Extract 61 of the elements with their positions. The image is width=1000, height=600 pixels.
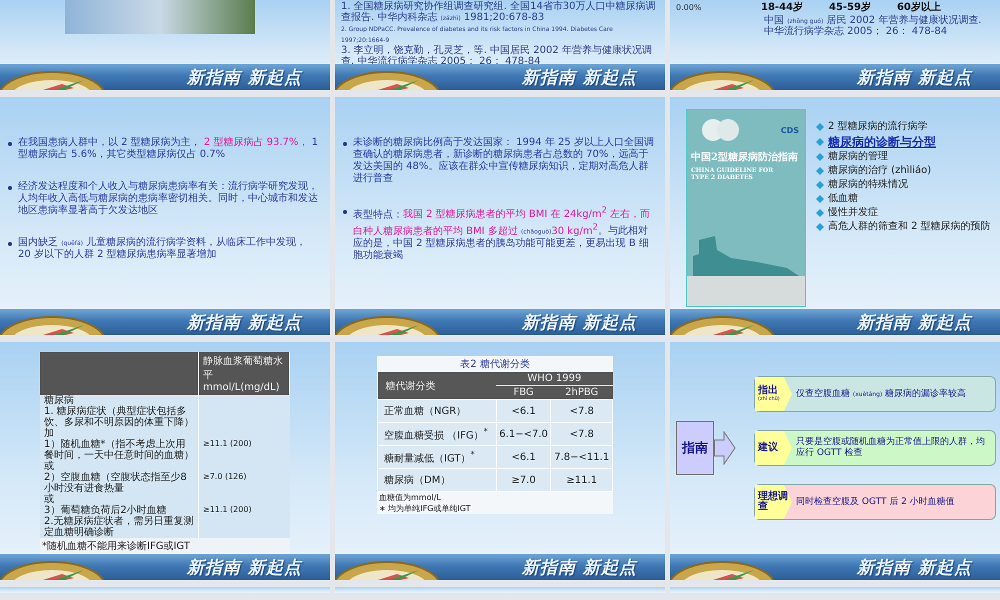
slogan-text: 新指南 新起点 (857, 66, 972, 88)
slogan-text: 新指南 新起点 (857, 312, 972, 334)
table-cell: <7.8 (550, 422, 612, 446)
table-cell: 糖尿病（DM） (378, 468, 496, 492)
table-title: 表2 糖代谢分类 (459, 358, 531, 372)
table-cell: <6.1 (496, 400, 551, 422)
topic-item[interactable]: 糖尿病的治疗 (zhìliáo) (816, 165, 994, 178)
table-cell: 糖耐量减低（IGT）$^{*}$ (378, 446, 496, 468)
axis-category-label: 18-44岁 (761, 0, 803, 14)
table-cell: ≥7.0 (126) (198, 472, 290, 494)
table-note: ∗ 均为单纯IFG或单纯IGT (378, 503, 472, 514)
table-cell: <7.8 (550, 400, 612, 422)
slogan-text: 新指南 新起点 (857, 556, 972, 578)
slogan-text: 新指南 新起点 (187, 66, 302, 88)
axis-category-label: 60岁以上 (896, 0, 941, 14)
table-cell: 1）随机血糖*（指不考虑上次用餐时间，一天中任意时间的血糖） (40, 439, 198, 461)
table-cell: 或 (40, 494, 198, 505)
hub-box: 指南 (676, 421, 714, 475)
header-cell: FBG (496, 386, 551, 400)
table-cell: ≥11.1 (550, 468, 612, 492)
table-cell: 或 (40, 461, 198, 472)
topic-item[interactable]: 2 型糖尿病的流行病学 (816, 121, 994, 133)
slogan-text: 新指南 新起点 (187, 312, 302, 334)
header-cell: WHO 1999 (496, 372, 612, 386)
header-cell: 2hPBG (550, 386, 612, 400)
table-cell: ≥11.1 (200) (198, 505, 290, 516)
header-cell: 静脉血浆葡萄糖水平mmol/L(mg/dL) (198, 352, 290, 395)
slogan-text: 新指南 新起点 (187, 556, 302, 578)
table-cell: 1. 糖尿病症状（典型症状包括多饮、多尿和不明原因的体重下降）加 (40, 406, 198, 439)
table-cell: ≥7.0 (496, 468, 551, 492)
topic-item[interactable]: 高危人群的筛查和 2 型糖尿病的预防 (816, 221, 994, 234)
callout-label: 理想调查 (755, 485, 792, 519)
table-cell: <6.1 (496, 446, 551, 468)
slogan-text: 新指南 新起点 (522, 312, 637, 334)
table-cell: 7.8−<11.1 (550, 446, 612, 468)
bullet-text: 在我国患病人群中，以 2 型糖尿病为主， 2 型糖尿病占 93.7%， 1 型糖尿病占 5.6%，其它类型糖尿病仅占 0.7% (18, 137, 319, 161)
table-cell: 正常血糖（NGR） (378, 400, 496, 422)
callout-text: 同时检查空腹及 OGTT 后 2 小时血糖值 (795, 496, 956, 508)
table-cell: ≥11.1 (200) (198, 439, 290, 461)
callout-text: 只要是空腹或随机血糖为正常值上限的人群，均应行 OGTT 检查 (795, 437, 986, 459)
table-footnote: *随机血糖不能用来诊断IFG或IGT (40, 538, 290, 554)
slogan-text: 新指南 新起点 (522, 66, 637, 88)
slogan-text: 新指南 新起点 (522, 556, 637, 578)
bullet-text: 未诊断的糖尿病比例高于发达国家： 1994 年 25 岁以上人口全国调查确认的糖尿病患者，新诊断的糖尿病患者占总数的 70%，远高于发达美国的 48%。应该在群众中宣传糖尿病知识，定期对高危人群进行普查 (353, 137, 655, 185)
book-title: 中国2型糖尿病防治指南 (691, 150, 799, 164)
axis-category-label: 45-59岁 (828, 0, 871, 14)
table-cell: 6.1−<7.0 (496, 422, 551, 446)
header-cell: 糖代谢分类 (378, 372, 496, 400)
table-cell: 3）葡萄糖负荷后2小时血糖 (40, 505, 198, 516)
topic-item[interactable]: 慢性并发症 (816, 207, 994, 220)
book-logo: CDS (780, 126, 799, 134)
callout-label: 建议 (755, 431, 792, 465)
table-cell: 2）空腹血糖（空腹状态指至少8小时没有进食热量 (40, 472, 198, 494)
table-cell: 空腹血糖受损 （IFG）$^{*}$ (378, 422, 496, 446)
topic-item[interactable]: 糖尿病的特殊情况 (816, 179, 994, 192)
topic-item[interactable]: 低血糖 (816, 193, 994, 206)
axis-tick-label: 0.00% (676, 2, 702, 12)
table-note: 血糖值为mmol/L (378, 492, 442, 503)
table-cell: 糖尿病 (40, 395, 198, 406)
bullet-text: 经济发达程度和个人收入与糖尿病患病率有关：流行病学研究发现，人均年收入高低与糖尿病的患病率密切相关。同时，中心城市和发达地区患病率显著高于欠发达地区 (18, 181, 319, 217)
topic-item[interactable]: 糖尿病的管理 (816, 151, 994, 164)
